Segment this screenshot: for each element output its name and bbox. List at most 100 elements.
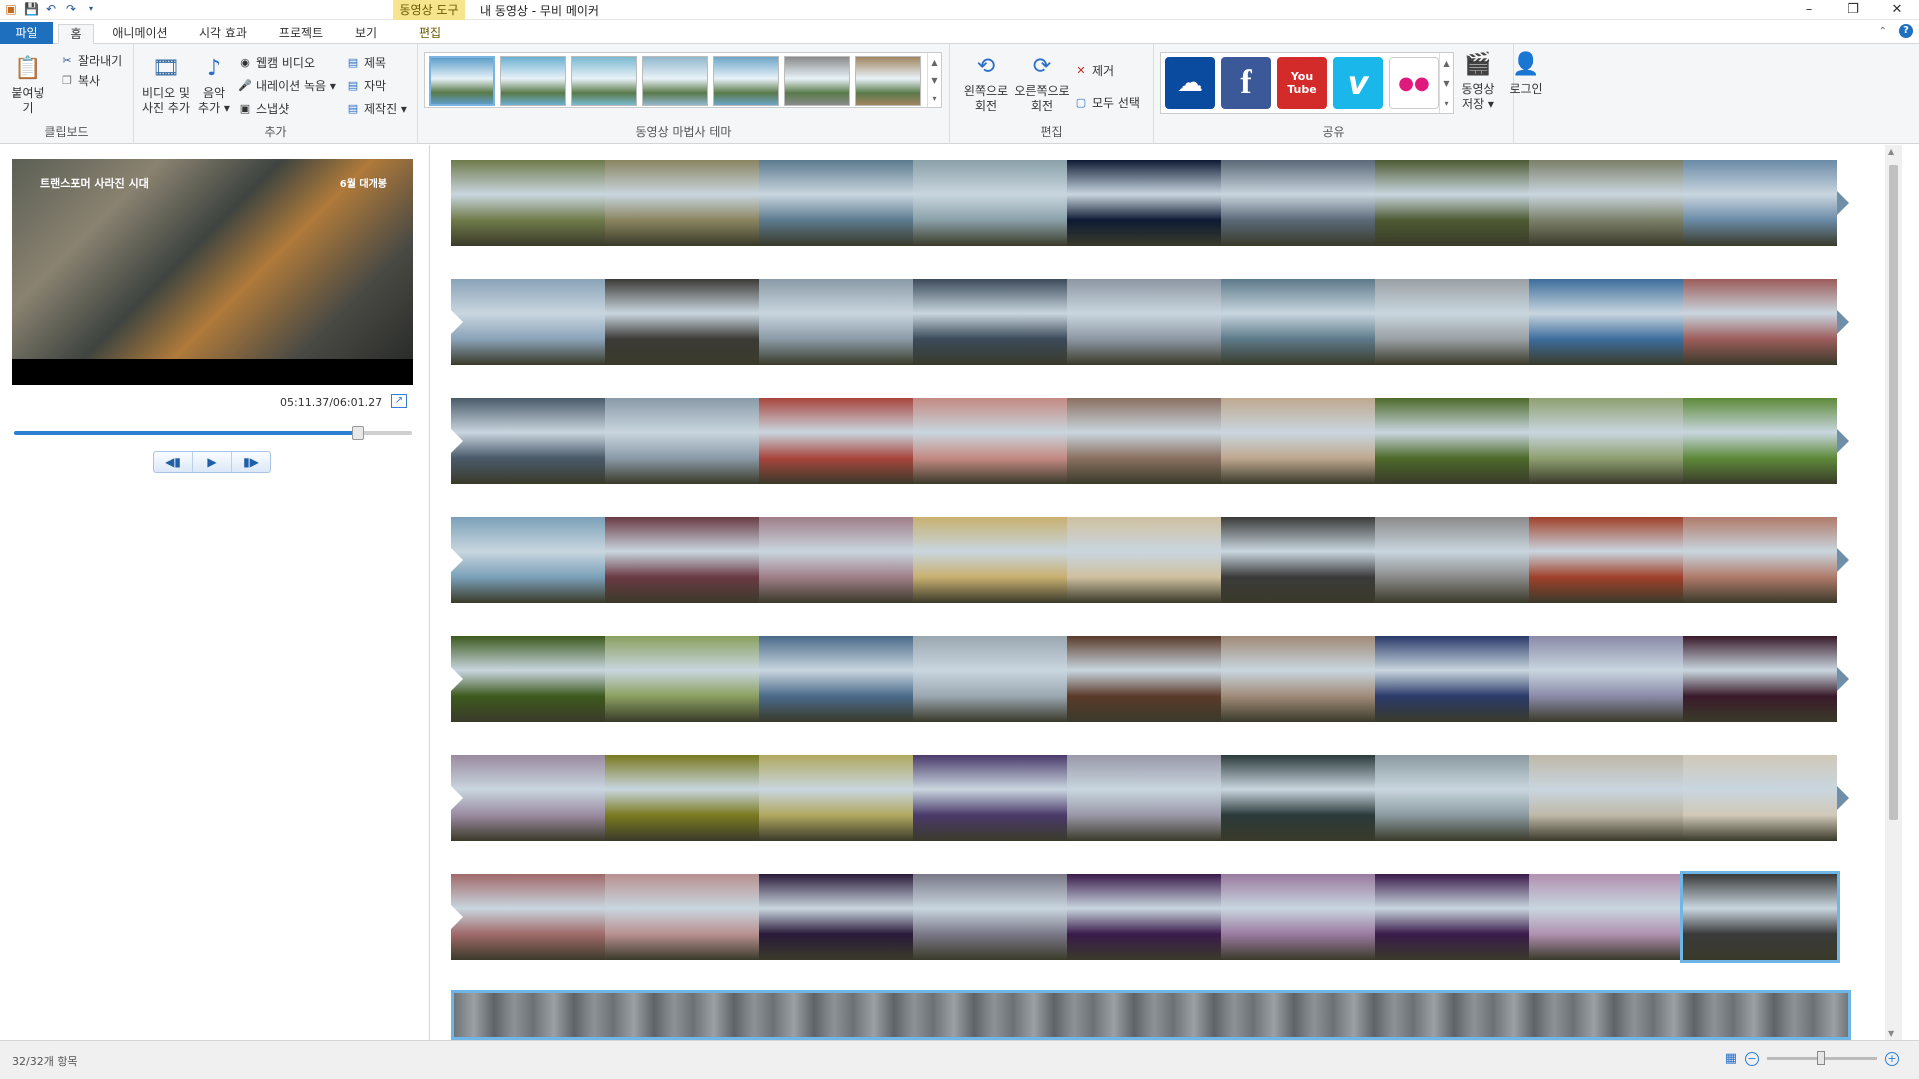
storyboard-clip[interactable] [1375, 398, 1529, 484]
seek-bar[interactable] [14, 426, 412, 440]
theme-6-thumb[interactable] [784, 56, 850, 106]
minimize-button[interactable]: – [1787, 0, 1831, 20]
storyboard-clip[interactable] [759, 398, 913, 484]
storyboard-clip[interactable] [1680, 871, 1840, 963]
sign-in-button[interactable]: 👤 로그인 [1506, 48, 1546, 97]
collapse-ribbon-icon[interactable]: ⌃ [1879, 26, 1887, 37]
caption-button[interactable]: ▤ 자막 [346, 75, 386, 95]
audio-track[interactable] [451, 990, 1851, 1040]
storyboard-clip[interactable] [1529, 398, 1683, 484]
rotate-left-button[interactable]: ⟲ 왼쪽으로 회전 [958, 50, 1014, 114]
storyboard-clip[interactable] [1221, 398, 1375, 484]
record-narration-button[interactable]: 🎤 내레이션 녹음 ▾ [238, 75, 336, 95]
facebook-share-button[interactable]: f [1221, 57, 1271, 109]
scroll-down-arrow-icon[interactable]: ▼ [1888, 1029, 1894, 1038]
credits-button[interactable]: ▤ 제작진 ▾ [346, 98, 407, 118]
storyboard-clip[interactable] [1529, 160, 1683, 246]
save-icon[interactable]: 💾 [24, 2, 39, 16]
theme-7-thumb[interactable] [855, 56, 921, 106]
tab-visual-effects[interactable]: 시각 효과 [188, 24, 258, 44]
storyboard-clip[interactable] [1067, 279, 1221, 365]
preview-video[interactable]: 트랜스포머 사라진 시대 6월 대개봉 [12, 159, 413, 385]
storyboard-clip[interactable] [605, 636, 759, 722]
storyboard-clip[interactable] [1067, 755, 1221, 841]
cut-button[interactable]: ✂ 잘라내기 [60, 50, 122, 70]
zoom-thumb[interactable] [1817, 1051, 1825, 1065]
storyboard-clip[interactable] [451, 398, 605, 484]
storyboard-clip[interactable] [913, 398, 1067, 484]
storyboard-clip[interactable] [1221, 636, 1375, 722]
theme-3-thumb[interactable] [571, 56, 637, 106]
storyboard-clip[interactable] [451, 874, 605, 960]
share-gallery-scroll[interactable]: ▲ ▼ ▾ [1439, 53, 1453, 113]
zoom-in-icon[interactable]: + [1885, 1051, 1899, 1066]
storyboard-clip[interactable] [1067, 636, 1221, 722]
storyboard-clip[interactable] [759, 160, 913, 246]
storyboard-clip[interactable] [1683, 636, 1837, 722]
storyboard-clip[interactable] [451, 755, 605, 841]
storyboard-clip[interactable] [1683, 279, 1837, 365]
expand-gallery-icon[interactable]: ▾ [932, 94, 936, 103]
storyboard-clip[interactable] [913, 517, 1067, 603]
storyboard-clip[interactable] [1221, 279, 1375, 365]
storyboard-clip[interactable] [1375, 517, 1529, 603]
storyboard-clip[interactable] [605, 517, 759, 603]
storyboard-clip[interactable] [1529, 874, 1683, 960]
theme-4-thumb[interactable] [642, 56, 708, 106]
storyboard-clip[interactable] [759, 755, 913, 841]
tab-file[interactable]: 파일 [0, 22, 53, 44]
share-scroll-up-icon[interactable]: ▲ [1443, 59, 1449, 68]
storyboard-clip[interactable] [1067, 517, 1221, 603]
tab-animation[interactable]: 애니메이션 [104, 24, 176, 44]
storyboard-clip[interactable] [913, 636, 1067, 722]
storyboard-clip[interactable] [759, 279, 913, 365]
close-button[interactable]: ✕ [1875, 0, 1919, 20]
app-icon[interactable]: ▣ [4, 2, 18, 16]
dropdown-icon[interactable]: ▾ [84, 2, 98, 16]
thumbnail-size-icon[interactable]: ▦ [1725, 1051, 1737, 1066]
storyboard-clip[interactable] [451, 279, 605, 365]
storyboard-clip[interactable] [913, 279, 1067, 365]
storyboard-clip[interactable] [1067, 398, 1221, 484]
gallery-scroll[interactable]: ▲ ▼ ▾ [927, 53, 941, 107]
storyboard-clip[interactable] [1375, 279, 1529, 365]
add-music-button[interactable]: ♪ 음악 추가 ▾ [196, 52, 232, 116]
storyboard-clip[interactable] [1221, 755, 1375, 841]
help-icon[interactable]: ? [1899, 24, 1913, 38]
storyboard-clip[interactable] [1683, 517, 1837, 603]
storyboard-clip[interactable] [605, 398, 759, 484]
storyboard-clip[interactable] [1375, 160, 1529, 246]
rotate-right-button[interactable]: ⟳ 오른쪽으로 회전 [1012, 50, 1072, 114]
vertical-scrollbar[interactable]: ▲ ▼ [1885, 145, 1902, 1040]
scrollbar-thumb[interactable] [1889, 165, 1898, 820]
storyboard-clip[interactable] [759, 636, 913, 722]
share-scroll-down-icon[interactable]: ▼ [1443, 79, 1449, 88]
flickr-share-button[interactable]: ●● [1389, 57, 1439, 109]
storyboard-clip[interactable] [913, 160, 1067, 246]
scroll-up-icon[interactable]: ▲ [931, 58, 937, 67]
storyboard-clip[interactable] [1375, 755, 1529, 841]
storyboard-clip[interactable] [913, 755, 1067, 841]
onedrive-share-button[interactable]: ☁ [1165, 57, 1215, 109]
theme-2-thumb[interactable] [500, 56, 566, 106]
vimeo-share-button[interactable]: v [1333, 57, 1383, 109]
storyboard-clip[interactable] [1529, 755, 1683, 841]
storyboard-clip[interactable] [1375, 636, 1529, 722]
theme-5-thumb[interactable] [713, 56, 779, 106]
storyboard-clip[interactable] [759, 517, 913, 603]
share-expand-icon[interactable]: ▾ [1444, 99, 1448, 108]
copy-button[interactable]: ❐ 복사 [60, 70, 100, 90]
title-button[interactable]: ▤ 제목 [346, 52, 386, 72]
paste-button[interactable]: 📋 붙여넣기 [6, 52, 50, 116]
tab-project[interactable]: 프로젝트 [268, 24, 334, 44]
tab-view[interactable]: 보기 [346, 24, 386, 44]
storyboard-clip[interactable] [913, 874, 1067, 960]
popout-icon[interactable]: ↗ [391, 394, 407, 408]
storyboard-clip[interactable] [605, 279, 759, 365]
storyboard-clip[interactable] [1683, 160, 1837, 246]
storyboard-clip[interactable] [1375, 874, 1529, 960]
zoom-slider[interactable] [1767, 1051, 1877, 1065]
storyboard-clip[interactable] [605, 755, 759, 841]
storyboard-clip[interactable] [451, 636, 605, 722]
remove-button[interactable]: ✕ 제거 [1074, 60, 1114, 80]
